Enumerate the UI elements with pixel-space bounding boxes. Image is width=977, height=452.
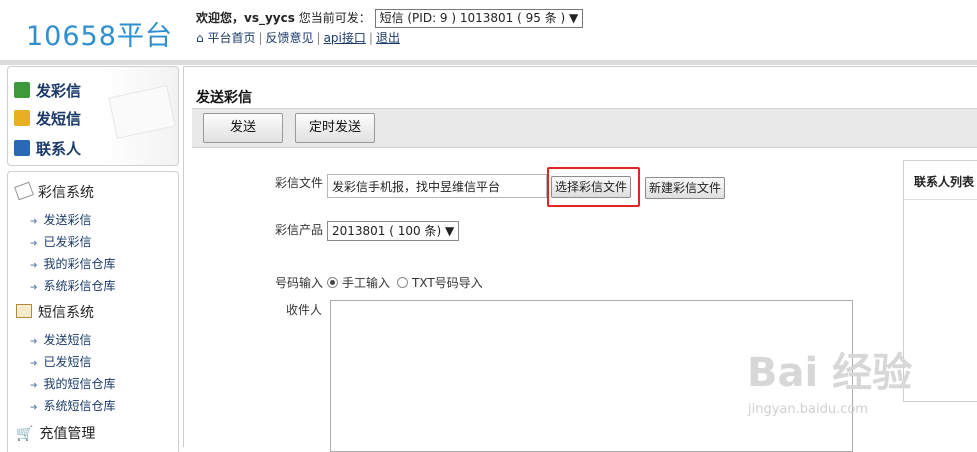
contacts-divider [904, 199, 977, 200]
cart-icon: 🛒 [16, 426, 34, 442]
arrow-icon: ➜ [30, 283, 38, 293]
can-send-label: 您当前可发： [298, 11, 371, 25]
mms-file-input[interactable]: 发彩信手机报，找中昱维信平台 [327, 174, 547, 198]
arrow-icon: ➜ [30, 403, 38, 413]
radio-checked-icon [327, 277, 338, 288]
download-icon [14, 82, 30, 98]
menu-system-sms-repo[interactable]: ➜ 系统短信仓库 [30, 397, 116, 414]
watermark-logo: Bai 经验 [747, 350, 913, 396]
section-recharge[interactable]: 🛒 充值管理 [16, 423, 95, 443]
manual-input-radio[interactable]: 手工输入 [327, 274, 390, 291]
menu-send-sms[interactable]: ➜ 发送短信 [30, 331, 92, 348]
scheduled-send-button[interactable]: 定时发送 [295, 113, 375, 143]
account-select[interactable]: 短信 (PID: 9 ) 1013801 ( 95 条 ) ▼ [374, 9, 584, 28]
api-link[interactable]: api接口 [324, 31, 366, 45]
menu-system-mms-repo[interactable]: ➜ 系统彩信仓库 [30, 277, 116, 294]
edit-icon [14, 110, 30, 126]
menu-my-sms-repo[interactable]: ➜ 我的短信仓库 [30, 375, 116, 392]
menu-sent-sms[interactable]: ➜ 已发短信 [30, 353, 92, 370]
menu-sent-mms[interactable]: ➜ 已发彩信 [30, 233, 92, 250]
quick-nav-send-sms[interactable]: 发短信 [14, 108, 81, 129]
quick-nav-contacts[interactable]: 联系人 [14, 138, 81, 159]
page-title: 发送彩信 [196, 90, 252, 106]
menu-send-mms[interactable]: ➜ 发送彩信 [30, 211, 92, 228]
txt-import-radio[interactable]: TXT号码导入 [397, 274, 483, 291]
contact-card-icon [14, 140, 30, 156]
arrow-icon: ➜ [30, 359, 38, 369]
top-links: ⌂ 平台首页 | 反馈意见 | api接口 | 退出 [196, 31, 400, 45]
contacts-title: 联系人列表 [914, 175, 975, 189]
contacts-panel: 联系人列表 [903, 160, 977, 402]
radio-unchecked-icon [397, 277, 408, 288]
envelope-decoration [108, 85, 176, 139]
arrow-icon: ➜ [30, 261, 38, 271]
arrow-icon: ➜ [30, 381, 38, 391]
home-link[interactable]: 平台首页 [207, 31, 255, 45]
logout-link[interactable]: 退出 [376, 31, 400, 45]
site-logo: 10658平台 [26, 21, 173, 52]
product-select[interactable]: 2013801 ( 100 条) ▼ [327, 221, 460, 241]
welcome-bar: 欢迎您，vs_yycs 您当前可发： 短信 (PID: 9 ) 1013801 … [196, 9, 584, 28]
arrow-icon: ➜ [30, 239, 38, 249]
new-file-button[interactable]: 新建彩信文件 [645, 177, 726, 199]
send-button[interactable]: 发送 [203, 113, 283, 143]
recipients-label: 收件人 [286, 303, 323, 317]
arrow-icon: ➜ [30, 217, 38, 227]
home-icon: ⌂ [196, 31, 204, 45]
welcome-prefix: 欢迎您， [196, 11, 245, 25]
feedback-link[interactable]: 反馈意见 [266, 31, 314, 45]
number-input-label: 号码输入 [275, 276, 324, 290]
menu-my-mms-repo[interactable]: ➜ 我的彩信仓库 [30, 255, 116, 272]
mail-icon [16, 304, 32, 318]
mms-system-icon [14, 181, 34, 201]
quick-nav-send-mms[interactable]: 发彩信 [14, 80, 81, 101]
arrow-icon: ➜ [30, 337, 38, 347]
section-mms-system[interactable]: 彩信系统 [14, 181, 94, 202]
highlight-box [547, 167, 640, 207]
product-label: 彩信产品 [275, 223, 324, 237]
header-divider [0, 60, 977, 65]
watermark-url: jingyan.baidu.com [748, 402, 868, 417]
username: vs_yycs [244, 11, 295, 25]
section-sms-system[interactable]: 短信系统 [16, 302, 94, 322]
file-label: 彩信文件 [275, 176, 324, 190]
